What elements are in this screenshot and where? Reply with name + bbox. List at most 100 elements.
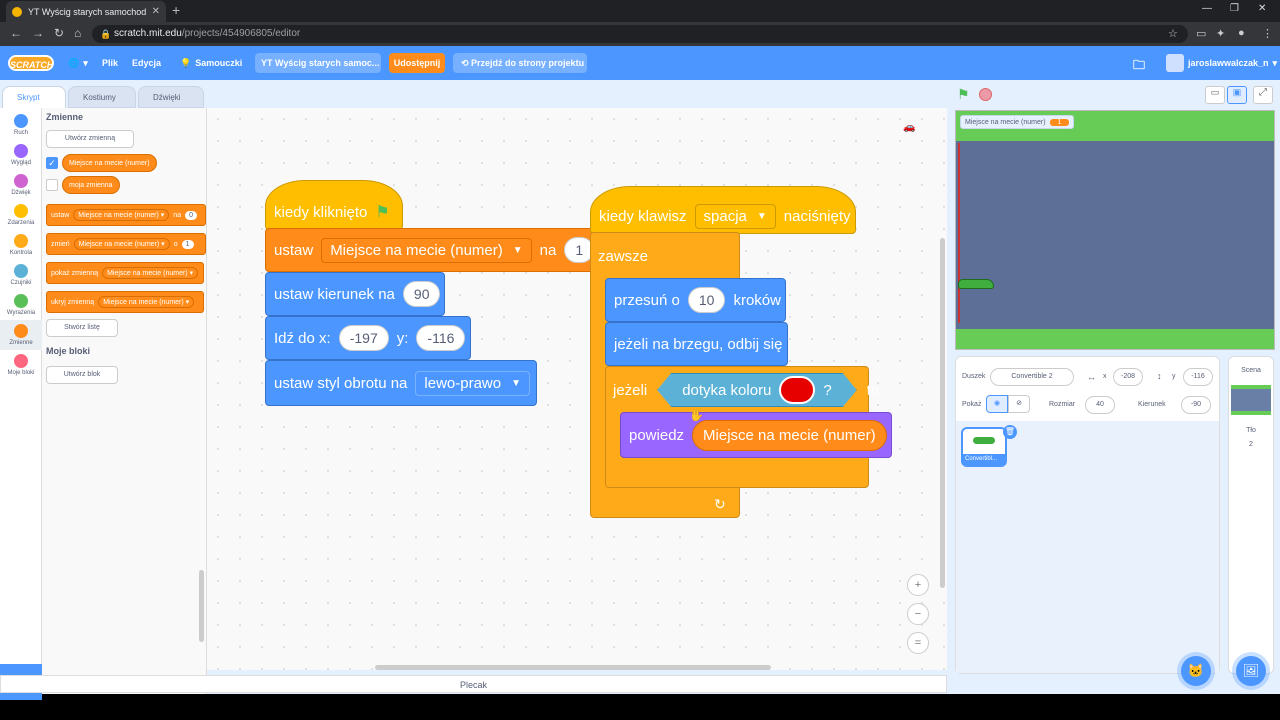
car-sprite[interactable]: [958, 279, 994, 289]
category-variables[interactable]: Zmienne: [0, 320, 42, 350]
direction-input[interactable]: 90: [402, 281, 441, 307]
add-backdrop-button[interactable]: 🖼: [1236, 656, 1266, 686]
account-menu[interactable]: jaroslawwalczak_n ▾: [1166, 54, 1277, 72]
variable-dropdown[interactable]: Miejsce na mecie (numer) ▾: [73, 209, 170, 221]
palette-scrollbar[interactable]: [199, 570, 204, 642]
home-icon[interactable]: ⌂: [74, 26, 81, 40]
stop-icon[interactable]: [979, 88, 992, 101]
browser-menu-icon[interactable]: ⋮: [1262, 27, 1273, 40]
go-to-xy-block[interactable]: Idź do x: -197 y: -116: [265, 316, 471, 360]
category-motion[interactable]: Ruch: [0, 114, 42, 136]
close-window-icon[interactable]: ✕: [1258, 3, 1266, 14]
variable-reporter[interactable]: Miejsce na mecie (numer): [692, 419, 887, 451]
edit-menu[interactable]: Edycja: [132, 46, 161, 80]
make-list-button[interactable]: Stwórz listę: [46, 319, 118, 337]
code-workspace[interactable]: 🚗 kiedy kliknięto ⚑ ustaw Miejsce na meci…: [207, 108, 947, 670]
stage-selector[interactable]: Scena Tło 2: [1228, 356, 1274, 674]
reload-icon[interactable]: ↻: [54, 26, 64, 40]
value-input[interactable]: 0: [185, 210, 197, 220]
file-menu[interactable]: Plik: [102, 46, 118, 80]
variable-reporter-2[interactable]: moja zmienna: [62, 176, 120, 194]
profile-icon[interactable]: ●: [1238, 27, 1245, 39]
small-stage-icon[interactable]: ▭: [1205, 86, 1225, 104]
category-operators[interactable]: Wyrażenia: [0, 294, 42, 316]
green-flag-icon[interactable]: ⚑: [957, 86, 970, 103]
x-position-field[interactable]: -208: [1113, 368, 1143, 386]
stage-canvas[interactable]: Miejsce na mecie (numer) 1: [955, 110, 1275, 350]
forward-icon[interactable]: →: [32, 26, 44, 40]
category-sound[interactable]: Dźwięk: [0, 174, 42, 196]
set-rotation-style-block[interactable]: ustaw styl obrotu na lewo-prawo ▼: [265, 360, 537, 406]
see-project-page-button[interactable]: ⟲ Przejdź do strony projektu: [453, 53, 587, 73]
variable-reporter-1[interactable]: Miejsce na mecie (numer): [62, 154, 157, 172]
backpack-bar[interactable]: Plecak: [0, 675, 947, 693]
when-flag-clicked-hat[interactable]: kiedy kliknięto ⚑: [265, 180, 403, 230]
point-in-direction-block[interactable]: ustaw kierunek na 90: [265, 272, 445, 316]
rotation-style-dropdown[interactable]: lewo-prawo ▼: [415, 370, 531, 396]
tutorials-button[interactable]: 💡 Samouczki: [180, 46, 242, 80]
tab-code[interactable]: Skrypt: [2, 86, 66, 108]
share-button[interactable]: Udostępnij: [389, 53, 445, 73]
scratch-logo[interactable]: SCRATCH: [8, 55, 54, 71]
zoom-out-icon[interactable]: −: [907, 603, 929, 625]
category-control[interactable]: Kontrola: [0, 234, 42, 256]
when-key-pressed-hat[interactable]: kiedy klawisz spacja ▼ naciśnięty: [590, 186, 856, 234]
palette-hide-variable-block[interactable]: ukryj zmienną Miejsce na mecie (numer) ▾: [46, 291, 204, 313]
back-icon[interactable]: ←: [10, 26, 22, 40]
y-position-field[interactable]: -116: [1183, 368, 1213, 386]
variable-dropdown[interactable]: Miejsce na mecie (numer) ▾: [102, 267, 199, 279]
category-myblocks[interactable]: Moje bloki: [0, 354, 42, 376]
value-input[interactable]: 1: [181, 239, 194, 249]
cast-icon[interactable]: ▭: [1196, 27, 1206, 40]
variable-dropdown[interactable]: Miejsce na mecie (numer) ▾: [73, 238, 170, 250]
workspace-horizontal-scrollbar[interactable]: [375, 665, 771, 670]
category-looks[interactable]: Wygląd: [0, 144, 42, 166]
variable-monitor[interactable]: Miejsce na mecie (numer) 1: [960, 115, 1075, 129]
extensions-icon[interactable]: ✦: [1216, 27, 1225, 40]
add-sprite-button[interactable]: 🐱: [1181, 656, 1211, 686]
size-field[interactable]: 40: [1085, 396, 1115, 414]
category-events[interactable]: Zdarzenia: [0, 204, 42, 226]
move-steps-block[interactable]: przesuń o 10 kroków: [605, 278, 786, 322]
normal-stage-icon[interactable]: ▣: [1227, 86, 1247, 104]
minimize-icon[interactable]: —: [1202, 3, 1212, 14]
zoom-reset-icon[interactable]: =: [907, 632, 929, 654]
color-picker-swatch[interactable]: [779, 376, 815, 404]
y-input[interactable]: -116: [416, 325, 466, 351]
workspace-vertical-scrollbar[interactable]: [940, 238, 945, 588]
palette-change-block[interactable]: zmień Miejsce na mecie (numer) ▾ o 1: [46, 233, 206, 255]
maximize-icon[interactable]: ❐: [1230, 3, 1239, 14]
palette-set-block[interactable]: ustaw Miejsce na mecie (numer) ▾ na 0: [46, 204, 206, 226]
say-block[interactable]: powiedz Miejsce na mecie (numer): [620, 412, 892, 458]
sprite-name-field[interactable]: Convertible 2: [990, 368, 1074, 386]
key-dropdown[interactable]: spacja ▼: [694, 203, 776, 229]
bounce-on-edge-block[interactable]: jeżeli na brzegu, odbij się: [605, 322, 788, 366]
variable-dropdown[interactable]: Miejsce na mecie (numer) ▾: [98, 296, 195, 308]
variable-checkbox-1[interactable]: ✓: [46, 157, 58, 169]
delete-sprite-icon[interactable]: 🗑: [1003, 425, 1017, 439]
variable-checkbox-2[interactable]: [46, 179, 58, 191]
browser-tab[interactable]: YT Wyścig starych samochodów ✕: [6, 1, 166, 22]
fullscreen-icon[interactable]: ⤢: [1253, 86, 1273, 104]
category-sensing[interactable]: Czujniki: [0, 264, 42, 286]
palette-show-variable-block[interactable]: pokaż zmienną Miejsce na mecie (numer) ▾: [46, 262, 204, 284]
project-title-field[interactable]: YT Wyścig starych samoc...: [255, 53, 381, 73]
direction-field[interactable]: -90: [1181, 396, 1211, 414]
new-tab-icon[interactable]: +: [172, 2, 180, 18]
make-block-button[interactable]: Utwórz blok: [46, 366, 118, 384]
x-input[interactable]: -197: [338, 325, 389, 351]
set-variable-block[interactable]: ustaw Miejsce na mecie (numer) ▼ na 1: [265, 228, 605, 272]
url-field[interactable]: 🔒 scratch.mit.edu/projects/454906805/edi…: [92, 25, 1188, 43]
make-variable-button[interactable]: Utwórz zmienną: [46, 130, 134, 148]
language-menu[interactable]: 🌐 ▾: [68, 46, 88, 80]
bookmark-star-icon[interactable]: ☆: [1168, 27, 1178, 40]
touching-color-condition[interactable]: dotyka koloru?: [657, 373, 857, 407]
show-sprite-eye-icon[interactable]: ◉: [986, 395, 1008, 413]
close-tab-icon[interactable]: ✕: [152, 6, 160, 17]
steps-input[interactable]: 10: [687, 287, 726, 313]
hide-sprite-icon[interactable]: ⊘: [1008, 395, 1030, 413]
sprite-thumbnail[interactable]: Convertibl... 🗑: [961, 425, 1017, 467]
variable-dropdown[interactable]: Miejsce na mecie (numer) ▼: [321, 237, 532, 263]
tab-sounds[interactable]: Dźwięki: [138, 86, 204, 108]
my-stuff-folder-icon[interactable]: 🗀: [1133, 56, 1145, 77]
